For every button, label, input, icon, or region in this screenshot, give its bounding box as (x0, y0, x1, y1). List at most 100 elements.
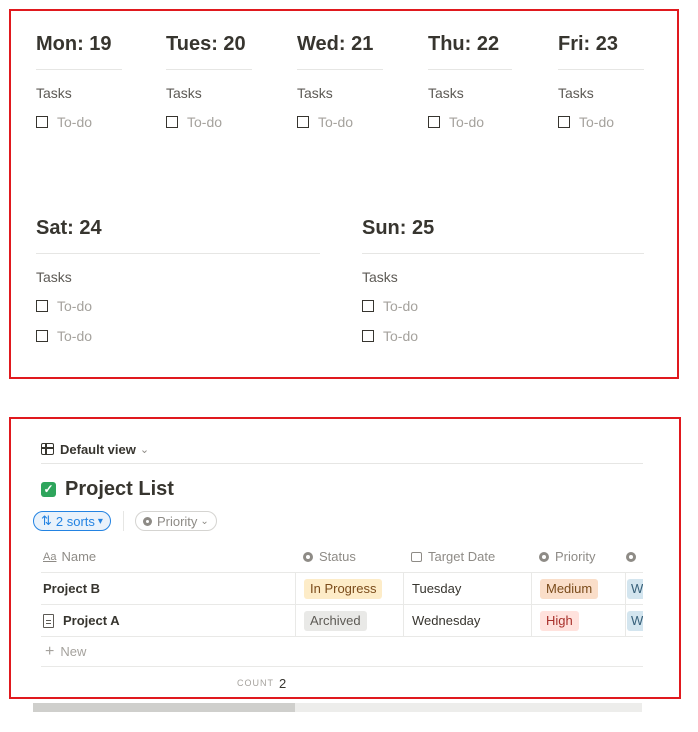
todo-checkbox[interactable] (362, 300, 374, 312)
extra-badge: W (627, 610, 643, 631)
extra-cell[interactable]: W (625, 573, 643, 604)
table-row[interactable]: Project A Archived Wednesday High W (41, 605, 643, 637)
day-divider (297, 69, 383, 70)
project-list-panel: Default view ⌄ ✓ Project List ⇅ 2 sorts … (9, 417, 681, 699)
status-cell[interactable]: Archived (295, 605, 403, 636)
todo-text[interactable]: To-do (57, 298, 92, 314)
project-name[interactable]: Project B (43, 581, 100, 596)
new-row-button[interactable]: + New (41, 637, 643, 667)
target-date-cell[interactable]: Wednesday (403, 605, 531, 636)
tasks-label: Tasks (362, 269, 398, 285)
todo-text[interactable]: To-do (57, 114, 92, 130)
filter-bar: ⇅ 2 sorts ▾ Priority ⌄ (33, 509, 217, 533)
priority-cell[interactable]: Medium (531, 573, 625, 604)
target-date-cell[interactable]: Tuesday (403, 573, 531, 604)
priority-badge: High (540, 610, 579, 631)
name-cell[interactable]: Project B (41, 573, 295, 604)
status-badge: Archived (304, 610, 367, 631)
todo-item[interactable]: To-do (428, 112, 512, 132)
todo-item[interactable]: To-do (166, 112, 252, 132)
priority-filter-label: Priority (156, 513, 198, 529)
day-column-mon: Mon: 19 Tasks To-do (36, 29, 122, 132)
sort-arrows-icon: ⇅ (41, 513, 52, 528)
column-header-extra[interactable] (625, 541, 643, 572)
chevron-down-icon: ⌄ (200, 515, 209, 527)
select-property-icon (539, 551, 549, 562)
count-label: COUNT (237, 678, 274, 688)
day-title[interactable]: Sun: 25 (362, 213, 644, 243)
column-header-label: Status (319, 549, 356, 564)
todo-text[interactable]: To-do (57, 328, 92, 344)
day-column-sat: Sat: 24 Tasks To-do To-do (36, 213, 320, 346)
text-property-icon: Aa (43, 550, 57, 563)
filter-divider (122, 511, 124, 531)
todo-checkbox[interactable] (166, 116, 178, 128)
extra-badge: W (627, 578, 643, 599)
day-title[interactable]: Wed: 21 (297, 29, 383, 59)
todo-item[interactable]: To-do (558, 112, 644, 132)
target-date-text: Tuesday (412, 581, 462, 596)
new-row-label: New (60, 644, 87, 659)
table-row[interactable]: Project B In Progress Tuesday Medium W (41, 573, 643, 605)
column-header-label: Target Date (428, 549, 496, 564)
view-label[interactable]: Default view (60, 442, 136, 457)
todo-checkbox[interactable] (36, 300, 48, 312)
todo-checkbox[interactable] (36, 116, 48, 128)
todo-text[interactable]: To-do (449, 114, 484, 130)
project-table: Aa Name Status Target Date Priority Proj… (41, 541, 643, 699)
tasks-label: Tasks (297, 85, 333, 101)
tasks-label: Tasks (36, 85, 72, 101)
horizontal-scrollbar[interactable] (33, 703, 642, 712)
column-header-label: Name (61, 549, 97, 564)
day-column-sun: Sun: 25 Tasks To-do To-do (362, 213, 644, 346)
plus-icon: + (45, 642, 55, 660)
sorts-button[interactable]: ⇅ 2 sorts ▾ (33, 511, 111, 531)
column-header-priority[interactable]: Priority (531, 541, 625, 572)
priority-cell[interactable]: High (531, 605, 625, 636)
todo-text[interactable]: To-do (579, 114, 614, 130)
column-header-status[interactable]: Status (295, 541, 403, 572)
tasks-label: Tasks (558, 85, 594, 101)
todo-checkbox[interactable] (362, 330, 374, 342)
todo-item[interactable]: To-do (36, 112, 122, 132)
priority-badge: Medium (540, 578, 599, 599)
todo-text[interactable]: To-do (318, 114, 353, 130)
todo-item[interactable]: To-do (36, 296, 320, 316)
todo-text[interactable]: To-do (383, 298, 418, 314)
day-title[interactable]: Fri: 23 (558, 29, 644, 59)
status-cell[interactable]: In Progress (295, 573, 403, 604)
table-header-row: Aa Name Status Target Date Priority (41, 541, 643, 573)
database-title-text[interactable]: Project List (65, 478, 174, 501)
select-property-icon (626, 551, 636, 562)
count-footer[interactable]: COUNT 2 (41, 667, 643, 699)
todo-text[interactable]: To-do (187, 114, 222, 130)
week-panel: Mon: 19 Tasks To-do Tues: 20 Tasks To-do… (9, 9, 679, 379)
tasks-label: Tasks (36, 269, 72, 285)
todo-item[interactable]: To-do (36, 326, 320, 346)
extra-cell[interactable]: W (625, 605, 643, 636)
todo-item[interactable]: To-do (362, 296, 644, 316)
day-title[interactable]: Mon: 19 (36, 29, 122, 59)
todo-text[interactable]: To-do (383, 328, 418, 344)
column-header-name[interactable]: Aa Name (41, 541, 295, 572)
todo-checkbox[interactable] (36, 330, 48, 342)
day-column-tue: Tues: 20 Tasks To-do (166, 29, 252, 132)
chevron-down-icon[interactable]: ⌄ (140, 443, 149, 456)
name-cell[interactable]: Project A (41, 605, 295, 636)
database-title: ✓ Project List (41, 475, 174, 503)
scrollbar-thumb[interactable] (33, 703, 295, 712)
project-name[interactable]: Project A (63, 613, 120, 628)
todo-item[interactable]: To-do (362, 326, 644, 346)
todo-checkbox[interactable] (297, 116, 309, 128)
day-title[interactable]: Sat: 24 (36, 213, 320, 243)
todo-checkbox[interactable] (428, 116, 440, 128)
priority-filter-button[interactable]: Priority ⌄ (134, 511, 217, 531)
target-date-text: Wednesday (412, 613, 481, 628)
day-title[interactable]: Tues: 20 (166, 29, 252, 59)
todo-item[interactable]: To-do (297, 112, 383, 132)
view-switcher[interactable]: Default view ⌄ (41, 435, 643, 463)
column-header-target-date[interactable]: Target Date (403, 541, 531, 572)
todo-checkbox[interactable] (558, 116, 570, 128)
day-title[interactable]: Thu: 22 (428, 29, 512, 59)
day-divider (36, 69, 122, 70)
